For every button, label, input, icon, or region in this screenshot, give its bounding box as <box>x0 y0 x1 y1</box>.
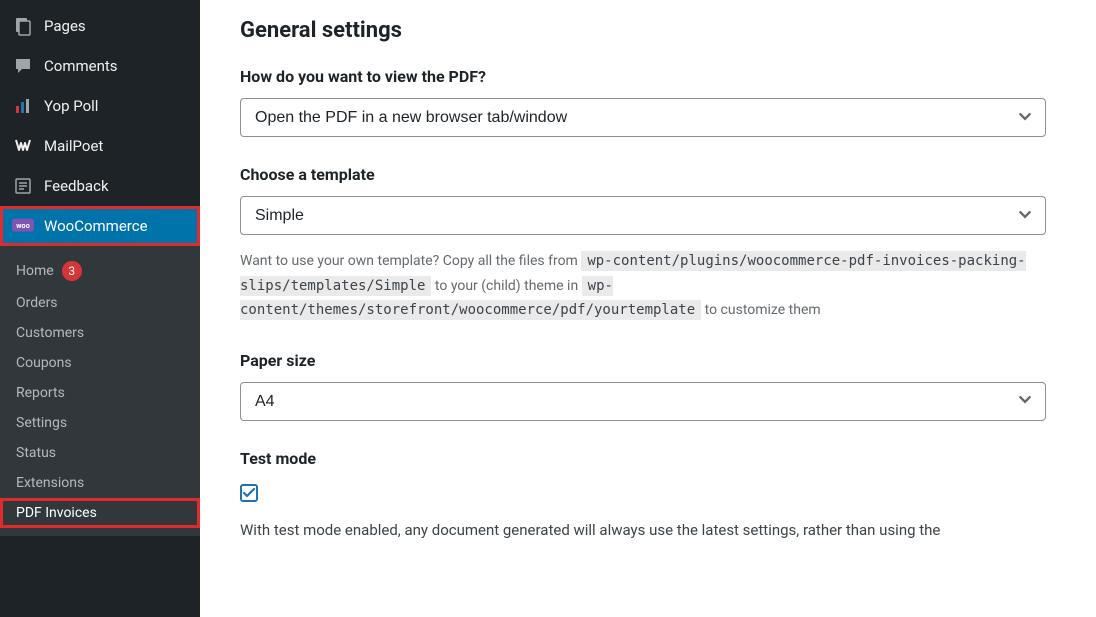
template-select[interactable]: Simple <box>240 196 1046 235</box>
field-label-testmode: Test mode <box>240 449 1046 468</box>
help-text-pre: Want to use your own template? Copy all … <box>240 253 581 269</box>
submenu-item-home[interactable]: Home 3 <box>0 254 200 288</box>
notification-badge: 3 <box>62 261 82 281</box>
woocommerce-icon: woo <box>12 215 34 237</box>
testmode-checkbox[interactable] <box>240 484 258 502</box>
submenu-item-label: Orders <box>16 295 58 311</box>
sidebar-item-label: WooCommerce <box>44 217 148 235</box>
submenu-item-status[interactable]: Status <box>0 438 200 468</box>
submenu-item-label: Settings <box>16 415 67 431</box>
submenu-item-customers[interactable]: Customers <box>0 318 200 348</box>
svg-text:woo: woo <box>16 221 30 230</box>
help-text-post: to customize them <box>705 302 821 318</box>
sidebar-item-mailpoet[interactable]: MailPoet <box>0 126 200 166</box>
sidebar-item-feedback[interactable]: Feedback <box>0 166 200 206</box>
paper-select-wrap: A4 <box>240 382 1046 421</box>
submenu-item-label: Coupons <box>16 355 72 371</box>
sidebar-item-comments[interactable]: Comments <box>0 46 200 86</box>
paper-size-select[interactable]: A4 <box>240 382 1046 421</box>
sidebar-item-label: MailPoet <box>44 137 103 155</box>
submenu-item-orders[interactable]: Orders <box>0 288 200 318</box>
sidebar-item-woocommerce[interactable]: woo WooCommerce <box>0 206 200 246</box>
check-icon <box>242 486 256 500</box>
submenu-item-reports[interactable]: Reports <box>0 378 200 408</box>
main-content: General settings How do you want to view… <box>200 0 1096 617</box>
help-text-mid: to your (child) theme in <box>435 278 582 294</box>
submenu-item-settings[interactable]: Settings <box>0 408 200 438</box>
submenu-item-label: Status <box>16 445 56 461</box>
sidebar-item-yoppoll[interactable]: Yop Poll <box>0 86 200 126</box>
template-select-wrap: Simple <box>240 196 1046 235</box>
field-label-view-pdf: How do you want to view the PDF? <box>240 67 1046 86</box>
admin-sidebar: Pages Comments Yop Poll MailPoet Feedbac… <box>0 0 200 617</box>
template-help-text: Want to use your own template? Copy all … <box>240 249 1046 323</box>
submenu-item-coupons[interactable]: Coupons <box>0 348 200 378</box>
sidebar-item-label: Pages <box>44 17 86 35</box>
testmode-description: With test mode enabled, any document gen… <box>240 518 1046 542</box>
sidebar-item-label: Yop Poll <box>44 97 98 115</box>
comment-icon <box>12 55 34 77</box>
section-title: General settings <box>240 18 1046 43</box>
view-pdf-select-wrap: Open the PDF in a new browser tab/window <box>240 98 1046 137</box>
form-icon <box>12 175 34 197</box>
submenu-item-label: Reports <box>16 385 65 401</box>
sidebar-item-label: Feedback <box>44 177 109 195</box>
submenu-item-label: PDF Invoices <box>16 505 97 521</box>
submenu-item-label: Extensions <box>16 475 84 491</box>
sidebar-item-label: Comments <box>44 57 118 75</box>
bar-chart-icon <box>12 95 34 117</box>
pages-icon <box>12 15 34 37</box>
mailpoet-icon <box>12 135 34 157</box>
sidebar-item-pages[interactable]: Pages <box>0 6 200 46</box>
submenu-item-pdf-invoices[interactable]: PDF Invoices <box>0 498 200 528</box>
field-label-template: Choose a template <box>240 165 1046 184</box>
submenu-item-label: Customers <box>16 325 84 341</box>
view-pdf-select[interactable]: Open the PDF in a new browser tab/window <box>240 98 1046 137</box>
submenu-item-label: Home <box>16 263 54 279</box>
woocommerce-submenu: Home 3 Orders Customers Coupons Reports … <box>0 246 200 536</box>
field-label-paper: Paper size <box>240 351 1046 370</box>
submenu-item-extensions[interactable]: Extensions <box>0 468 200 498</box>
